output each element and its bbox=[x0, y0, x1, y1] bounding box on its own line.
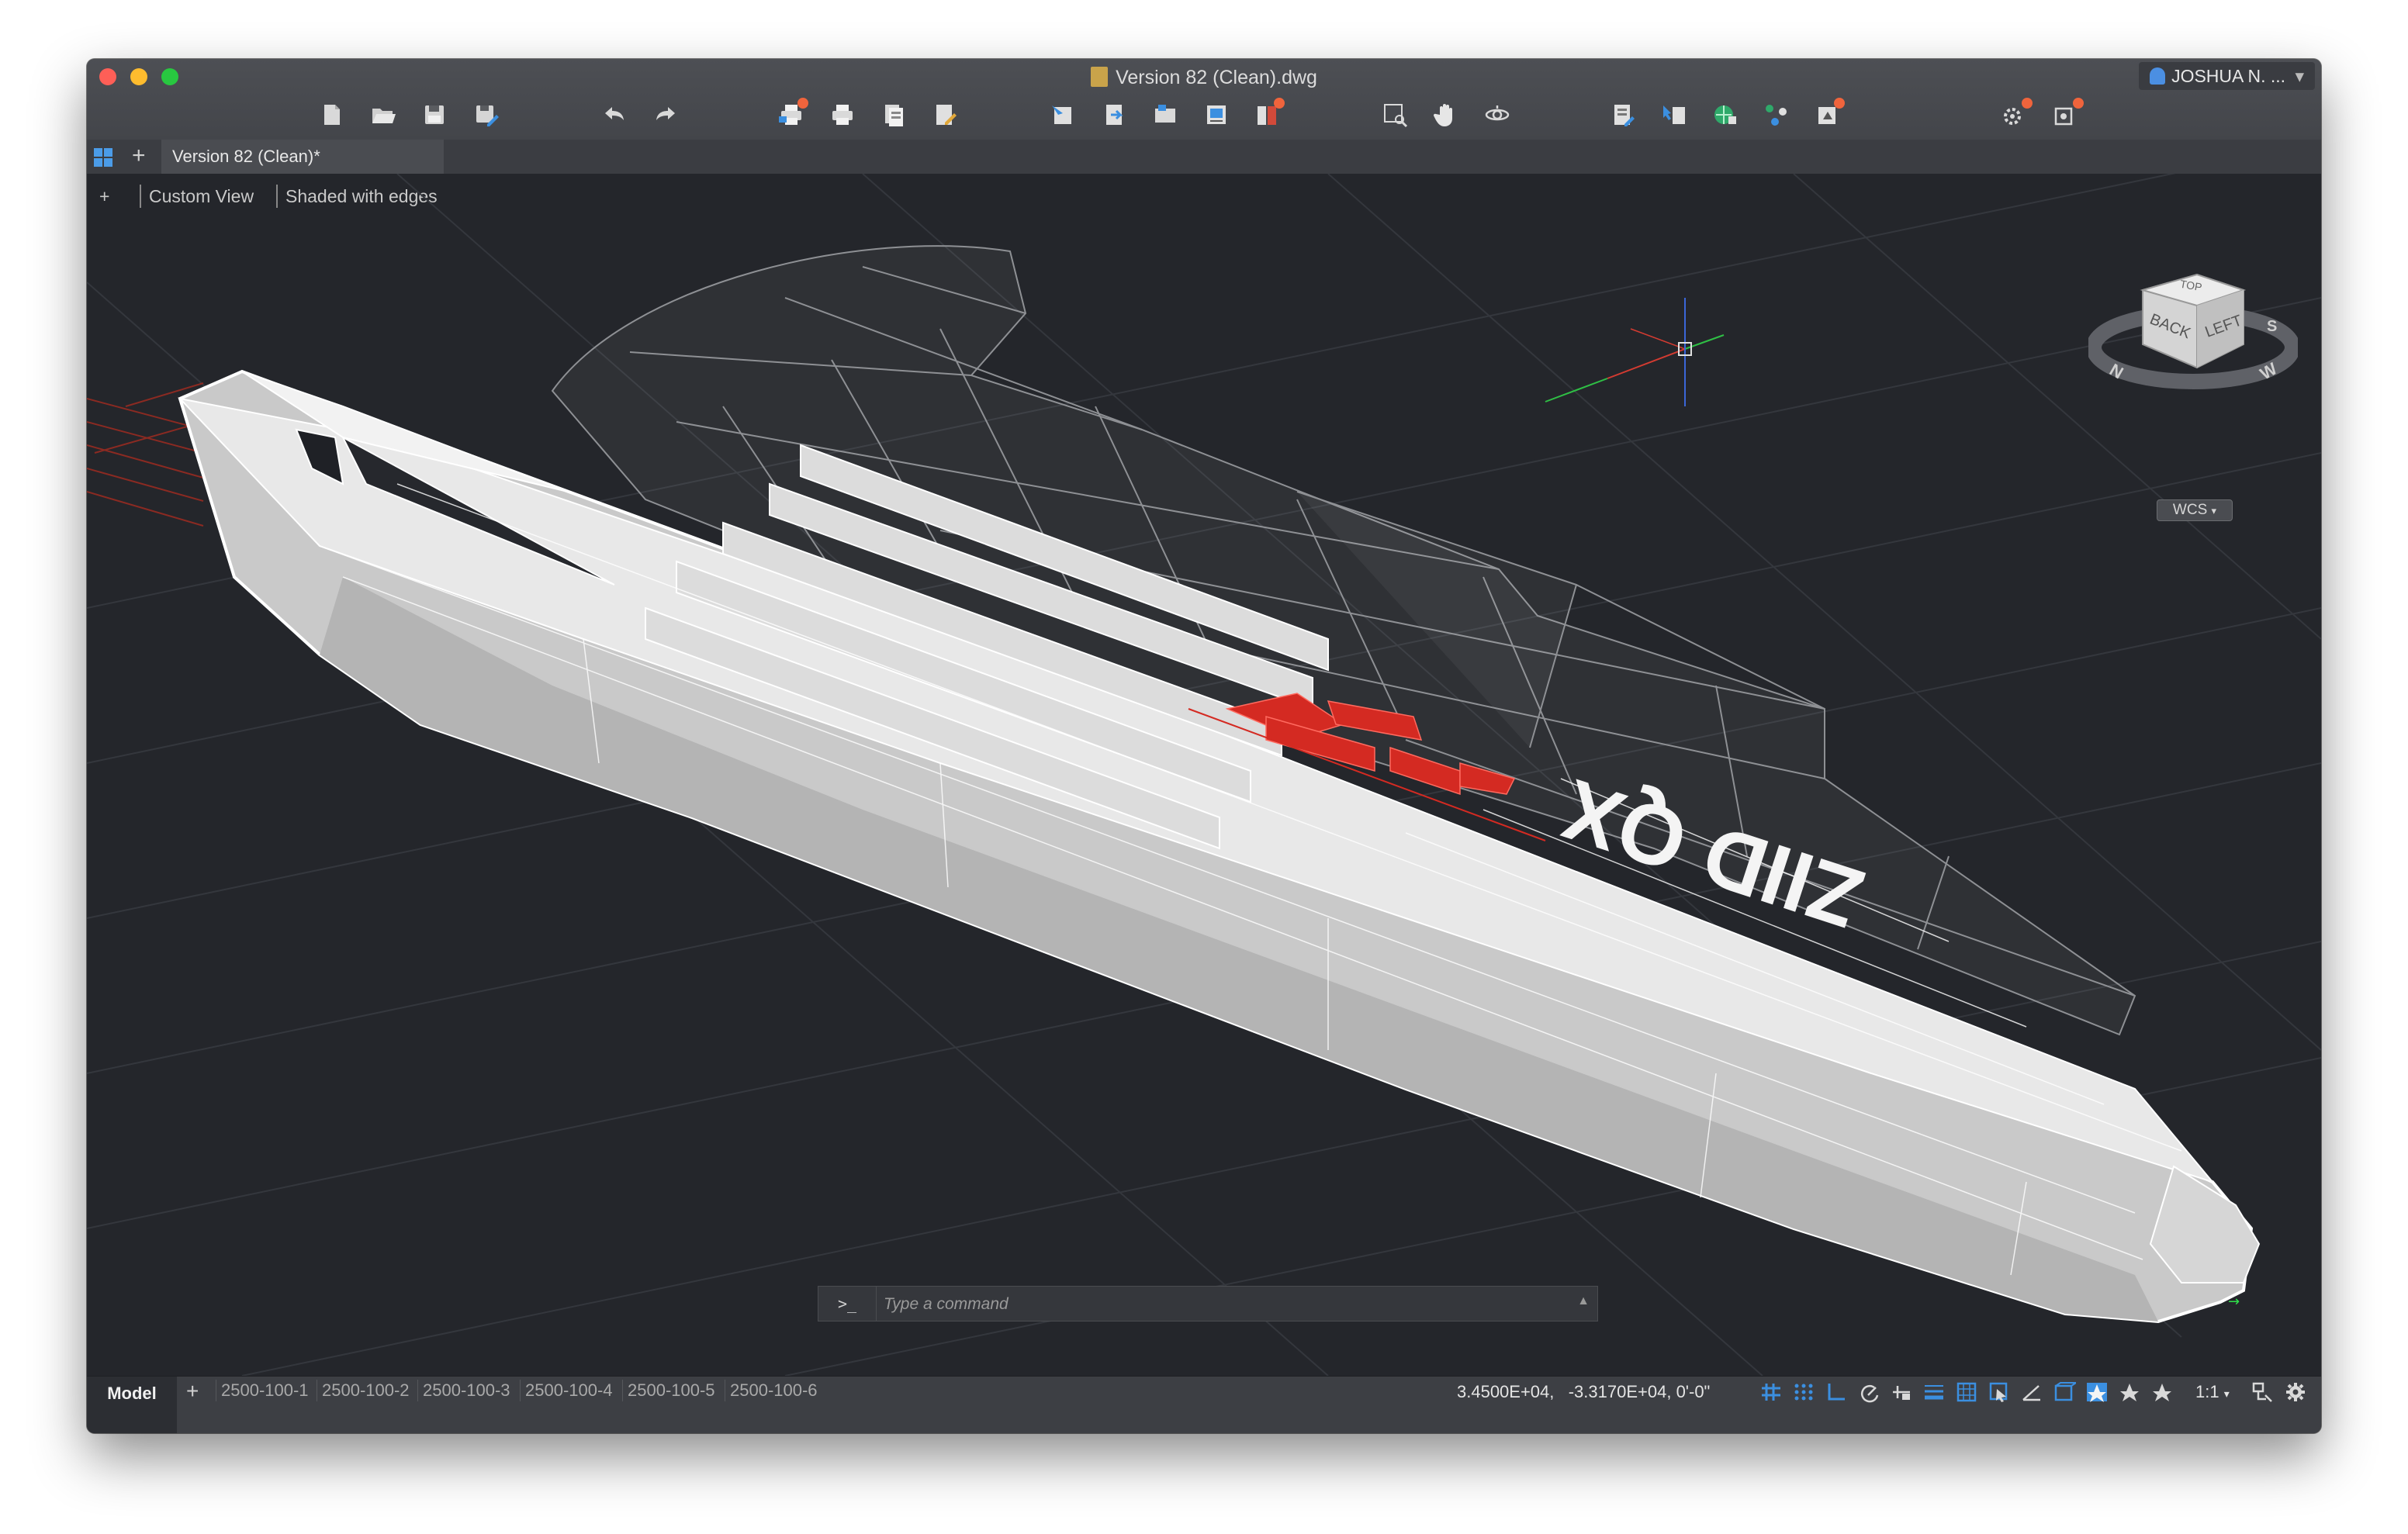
chevron-down-icon: ▾ bbox=[2295, 66, 2304, 86]
user-name: JOSHUA N. ... bbox=[2171, 66, 2286, 86]
status-bar: Model + 2500-100-1 2500-100-2 2500-100-3… bbox=[87, 1376, 2321, 1433]
hyperlink-icon[interactable] bbox=[1711, 101, 1739, 129]
layout-tab[interactable]: 2500-100-4 bbox=[520, 1380, 613, 1401]
viewcube[interactable]: TOP BACK LEFT N W S bbox=[2086, 244, 2300, 414]
command-input[interactable] bbox=[882, 1287, 1568, 1322]
ucs-crosshair bbox=[1545, 298, 1725, 406]
insert-block-icon[interactable] bbox=[1049, 101, 1077, 129]
layout-tab[interactable]: 2500-100-5 bbox=[622, 1380, 715, 1401]
xref-icon[interactable] bbox=[1151, 101, 1179, 129]
page-setup-icon[interactable] bbox=[931, 101, 959, 129]
render-icon[interactable] bbox=[1814, 98, 1845, 129]
open-folder-icon[interactable] bbox=[369, 101, 397, 129]
compass-south[interactable]: S bbox=[2267, 318, 2277, 336]
layer-icon[interactable] bbox=[1254, 98, 1285, 129]
dynamic-ucs-icon[interactable] bbox=[2020, 1381, 2043, 1403]
layout-tab[interactable]: 2500-100-2 bbox=[317, 1380, 410, 1401]
window-title: Version 82 (Clean).dwg bbox=[87, 64, 2321, 92]
notification-dot bbox=[2073, 98, 2084, 109]
svg-text:→: → bbox=[2228, 1294, 2240, 1310]
help-icon[interactable] bbox=[2053, 98, 2084, 129]
command-line: >_ ▲ bbox=[818, 1286, 1598, 1322]
auto-scale-icon[interactable] bbox=[2118, 1381, 2141, 1403]
orbit-icon[interactable] bbox=[1483, 101, 1511, 129]
model-canvas: ZIID QX → bbox=[87, 174, 2321, 1376]
object-snap-tracking-icon[interactable] bbox=[1890, 1381, 1913, 1403]
attach-icon[interactable] bbox=[1100, 101, 1128, 129]
drawing-viewport[interactable]: + Custom View Shaded with edges ZIID QX … bbox=[87, 174, 2321, 1376]
annotation-scale-icon[interactable] bbox=[2150, 1381, 2174, 1403]
gear-icon[interactable] bbox=[2284, 1381, 2307, 1403]
notification-dot bbox=[797, 98, 808, 109]
save-as-icon[interactable] bbox=[472, 101, 500, 129]
pan-hand-icon[interactable] bbox=[1432, 101, 1460, 129]
layout-tab[interactable]: 2500-100-6 bbox=[725, 1380, 818, 1401]
user-icon bbox=[2150, 67, 2166, 85]
annotation-visibility-icon[interactable] bbox=[2085, 1381, 2109, 1403]
viewport-scale-icon[interactable] bbox=[2053, 1381, 2079, 1403]
publish-icon[interactable] bbox=[880, 101, 908, 129]
document-tab[interactable]: Version 82 (Clean)* bbox=[161, 140, 444, 174]
cursor-coordinates: 3.4500E+04, -3.3170E+04, 0'-0" bbox=[1457, 1382, 1711, 1401]
lineweight-icon[interactable] bbox=[1922, 1381, 1946, 1403]
start-tab-grid-icon[interactable] bbox=[93, 147, 113, 168]
add-layout-button[interactable]: + bbox=[186, 1378, 199, 1404]
app-window: Version 82 (Clean).dwg JOSHUA N. ... ▾ +… bbox=[87, 59, 2321, 1433]
wcs-menu[interactable]: WCS ▾ bbox=[2157, 499, 2233, 521]
command-history-icon[interactable]: ▲ bbox=[1577, 1294, 1590, 1308]
main-toolbar bbox=[87, 92, 2321, 136]
share-icon[interactable] bbox=[1763, 101, 1790, 129]
workspace-icon[interactable] bbox=[2251, 1381, 2275, 1403]
grid-toggle-icon[interactable] bbox=[1759, 1381, 1783, 1403]
transparency-icon[interactable] bbox=[1955, 1381, 1978, 1403]
document-tab-bar: + Version 82 (Clean)* bbox=[87, 140, 2321, 174]
layout-tab[interactable]: 2500-100-3 bbox=[417, 1380, 510, 1401]
notification-dot bbox=[1834, 98, 1845, 109]
match-properties-icon[interactable] bbox=[1660, 101, 1688, 129]
selection-cycling-icon[interactable] bbox=[1988, 1381, 2011, 1403]
plot-icon[interactable] bbox=[777, 98, 808, 129]
polar-tracking-icon[interactable] bbox=[1857, 1381, 1880, 1403]
zoom-window-icon[interactable] bbox=[1381, 101, 1409, 129]
title-bar: Version 82 (Clean).dwg JOSHUA N. ... ▾ bbox=[87, 59, 2321, 140]
undo-icon[interactable] bbox=[600, 101, 628, 129]
image-icon[interactable] bbox=[1202, 101, 1230, 129]
annotation-scale-menu[interactable]: 1:1 ▾ bbox=[2195, 1381, 2230, 1404]
notification-dot bbox=[1274, 98, 1285, 109]
chevron-down-icon: ▾ bbox=[2223, 1387, 2230, 1400]
save-icon[interactable] bbox=[420, 101, 448, 129]
snap-mode-icon[interactable] bbox=[1792, 1381, 1815, 1403]
dwg-file-icon bbox=[1091, 67, 1109, 87]
model-tab[interactable]: Model bbox=[87, 1377, 177, 1433]
properties-icon[interactable] bbox=[1609, 101, 1637, 129]
settings-tools-icon[interactable] bbox=[2001, 98, 2033, 129]
new-file-icon[interactable] bbox=[318, 101, 346, 129]
notification-dot bbox=[2022, 98, 2033, 109]
new-tab-button[interactable]: + bbox=[132, 143, 146, 169]
ortho-mode-icon[interactable] bbox=[1825, 1381, 1848, 1403]
print-icon[interactable] bbox=[829, 101, 856, 129]
redo-icon[interactable] bbox=[652, 101, 680, 129]
command-prompt-icon[interactable]: >_ bbox=[818, 1287, 877, 1321]
layout-tab[interactable]: 2500-100-1 bbox=[216, 1380, 309, 1401]
chevron-down-icon: ▾ bbox=[2211, 505, 2217, 517]
user-account-menu[interactable]: JOSHUA N. ... ▾ bbox=[2139, 62, 2315, 90]
